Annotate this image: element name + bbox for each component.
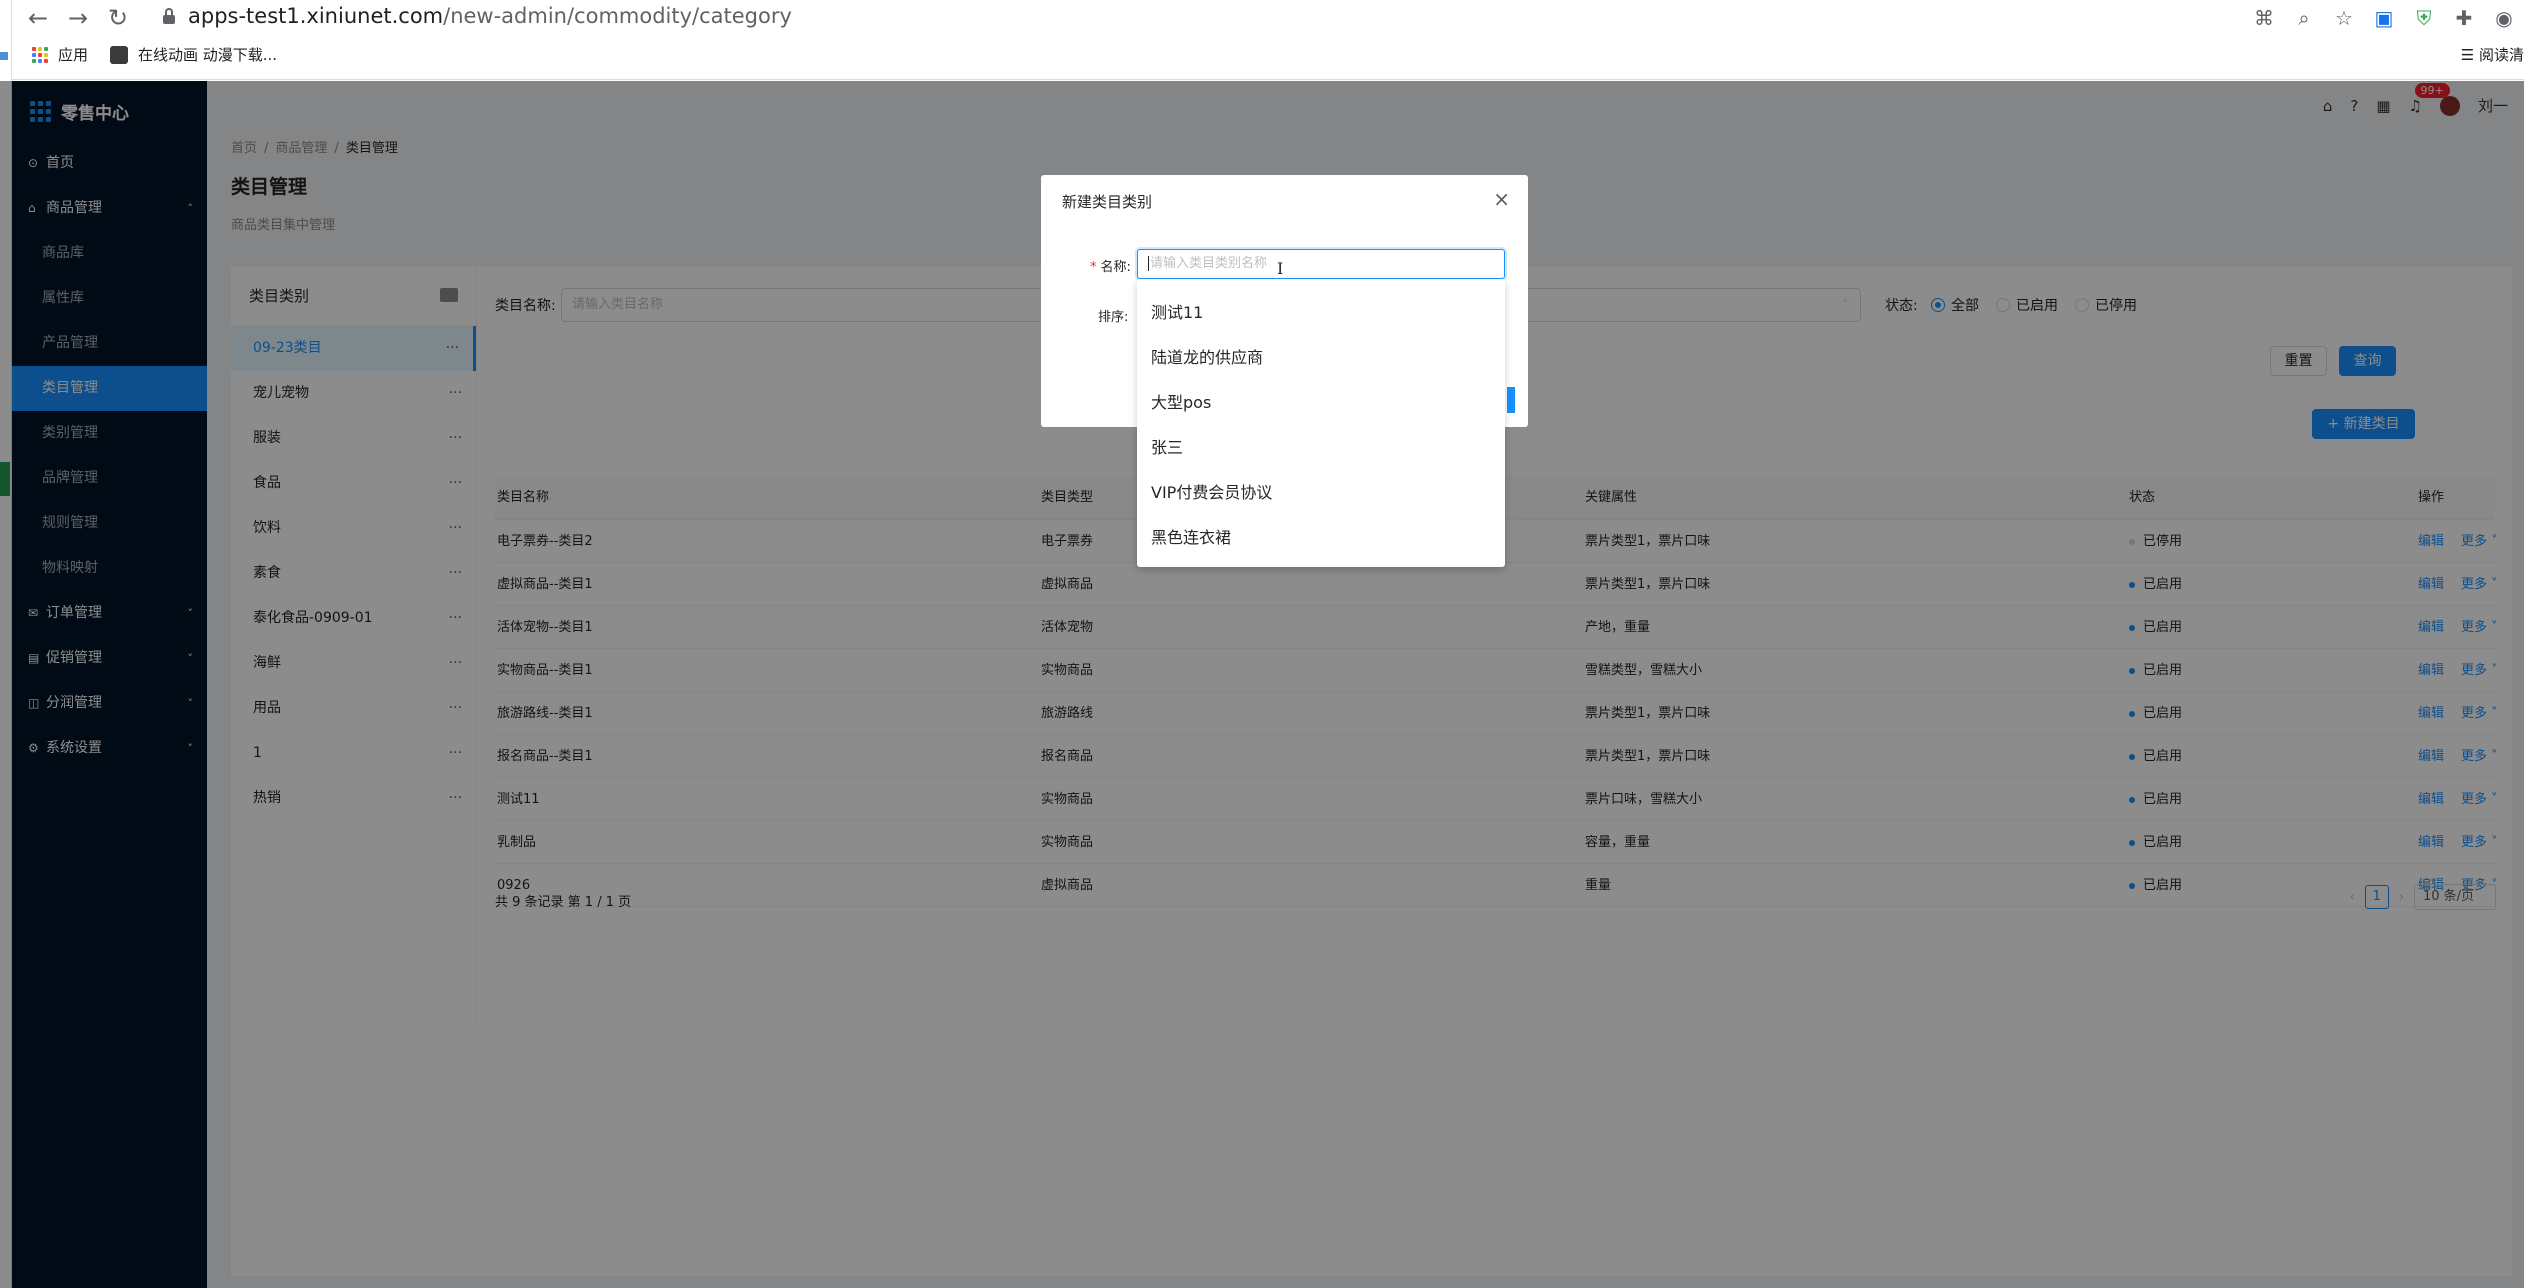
bookmark-apps[interactable]: 应用 <box>32 44 88 65</box>
dropdown-option[interactable]: 张三 <box>1137 425 1505 470</box>
dropdown-option[interactable]: 大型pos <box>1137 380 1505 425</box>
name-input[interactable]: 请输入类目类别名称 I <box>1137 249 1505 279</box>
zoom-icon[interactable]: ⌕ <box>2284 6 2324 30</box>
lock-icon[interactable] <box>162 8 176 24</box>
bookmark-star-icon[interactable]: ☆ <box>2324 6 2364 30</box>
autocomplete-dropdown: 测试11 陆道龙的供应商 大型pos 张三 VIP付费会员协议 黑色连衣裙 <box>1137 279 1505 567</box>
url-path: /new-admin/commodity/category <box>443 4 792 28</box>
bookmark-label: 在线动画 动漫下载... <box>138 46 278 64</box>
edge-marker <box>0 52 8 60</box>
bookmark-anime[interactable]: 在线动画 动漫下载... <box>110 44 277 65</box>
back-icon[interactable]: ← <box>22 2 54 34</box>
extension-icon[interactable]: ▣ <box>2364 6 2404 30</box>
puzzle-icon[interactable]: ✚ <box>2444 6 2484 30</box>
apps-grid-icon <box>32 46 48 63</box>
url-host: apps-test1.xiniunet.com <box>188 4 444 28</box>
browser-toolbar: ⌘ ⌕ ☆ ▣ ⛨ ✚ ◉ <box>2244 2 2524 34</box>
dropdown-option[interactable]: 陆道龙的供应商 <box>1137 335 1505 380</box>
site-favicon-icon <box>110 45 128 64</box>
name-label: * 名称: <box>1090 256 1131 275</box>
dropdown-option[interactable]: 黑色连衣裙 <box>1137 515 1505 560</box>
dropdown-option[interactable]: 测试11 <box>1137 290 1505 335</box>
required-mark: * <box>1090 260 1097 275</box>
bookmark-label: 应用 <box>58 46 89 64</box>
sort-label: 排序: <box>1098 310 1129 325</box>
forward-icon[interactable]: → <box>62 2 94 34</box>
name-input-placeholder: 请输入类目类别名称 <box>1150 256 1268 271</box>
modal-title: 新建类目类别 <box>1062 193 1153 211</box>
confirm-button[interactable] <box>1507 387 1515 413</box>
dropdown-option[interactable]: VIP付费会员协议 <box>1137 470 1505 515</box>
browser-chrome: ← → ↻ apps-test1.xiniunet.com/new-admin/… <box>12 0 2524 80</box>
close-icon[interactable]: × <box>1493 187 1510 211</box>
reload-icon[interactable]: ↻ <box>102 2 134 34</box>
text-caret <box>1148 256 1149 271</box>
address-bar[interactable]: apps-test1.xiniunet.com/new-admin/commod… <box>188 4 792 28</box>
reading-list-label: 阅读清 <box>2478 46 2524 64</box>
profile-icon[interactable]: ◉ <box>2484 6 2524 30</box>
shield-icon[interactable]: ⛨ <box>2404 6 2444 30</box>
name-label-text: 名称: <box>1100 260 1131 275</box>
translate-icon[interactable]: ⌘ <box>2244 6 2284 30</box>
reading-list[interactable]: ☰ 阅读清 <box>2461 44 2524 65</box>
